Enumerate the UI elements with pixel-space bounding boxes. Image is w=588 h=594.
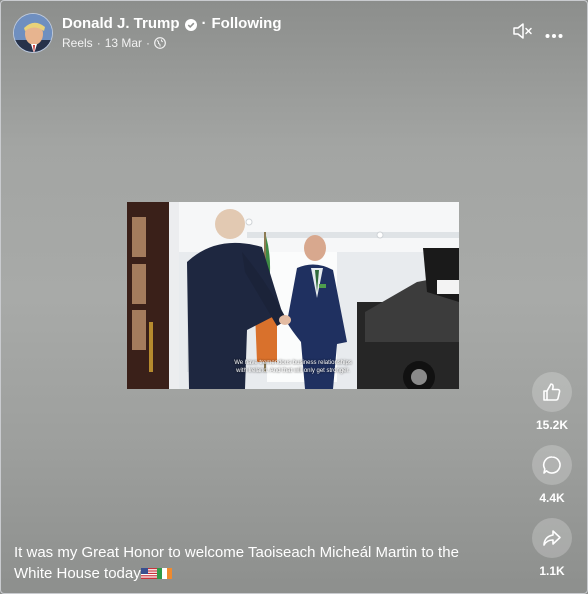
us-flag-icon [140,564,157,585]
ireland-flag-icon [156,564,172,585]
more-options-button[interactable] [545,27,563,38]
share-arrow-icon [543,530,561,546]
author-line: Donald J. Trump · Following [62,15,282,32]
video-player[interactable]: We have tremendous business relationship… [127,202,459,389]
comment-button[interactable] [532,445,572,485]
globe-icon [154,37,166,49]
more-horizontal-icon [545,34,563,38]
comment-action: 4.4K [532,445,572,505]
post-date[interactable]: 13 Mar [105,36,142,50]
share-button[interactable] [532,518,572,558]
meta-separator-2: · [146,36,151,50]
meta-separator: · [96,36,101,50]
like-count: 15.2K [535,418,569,432]
speaker-muted-icon [513,23,532,39]
share-action: 1.1K [532,518,572,578]
avatar-image [14,14,52,52]
mute-button[interactable] [512,21,534,41]
post-source[interactable]: Reels [62,36,93,50]
caption-text: It was my Great Honor to welcome Taoisea… [14,544,459,582]
post-caption: It was my Great Honor to welcome Taoisea… [14,542,484,585]
comment-bubble-icon [542,456,561,474]
author-name[interactable]: Donald J. Trump [62,15,180,32]
video-subtitle: We have tremendous business relationship… [127,359,459,375]
verified-badge-icon [184,18,197,31]
subtitle-line-2: with Ireland. And that will only get str… [236,368,350,374]
thumbs-up-icon [543,383,561,401]
like-action: 15.2K [532,372,572,432]
comment-count: 4.4K [539,491,565,505]
post-meta: Reels · 13 Mar · [62,36,166,50]
author-avatar[interactable] [13,13,53,53]
share-count: 1.1K [539,564,565,578]
following-button[interactable]: Following [212,15,282,32]
like-button[interactable] [532,372,572,412]
subtitle-line-1: We have tremendous business relationship… [234,360,352,366]
post-header: Donald J. Trump · Following Reels · 13 M… [1,1,587,63]
follow-separator: · [201,15,207,32]
reel-viewer: Donald J. Trump · Following Reels · 13 M… [0,0,588,594]
